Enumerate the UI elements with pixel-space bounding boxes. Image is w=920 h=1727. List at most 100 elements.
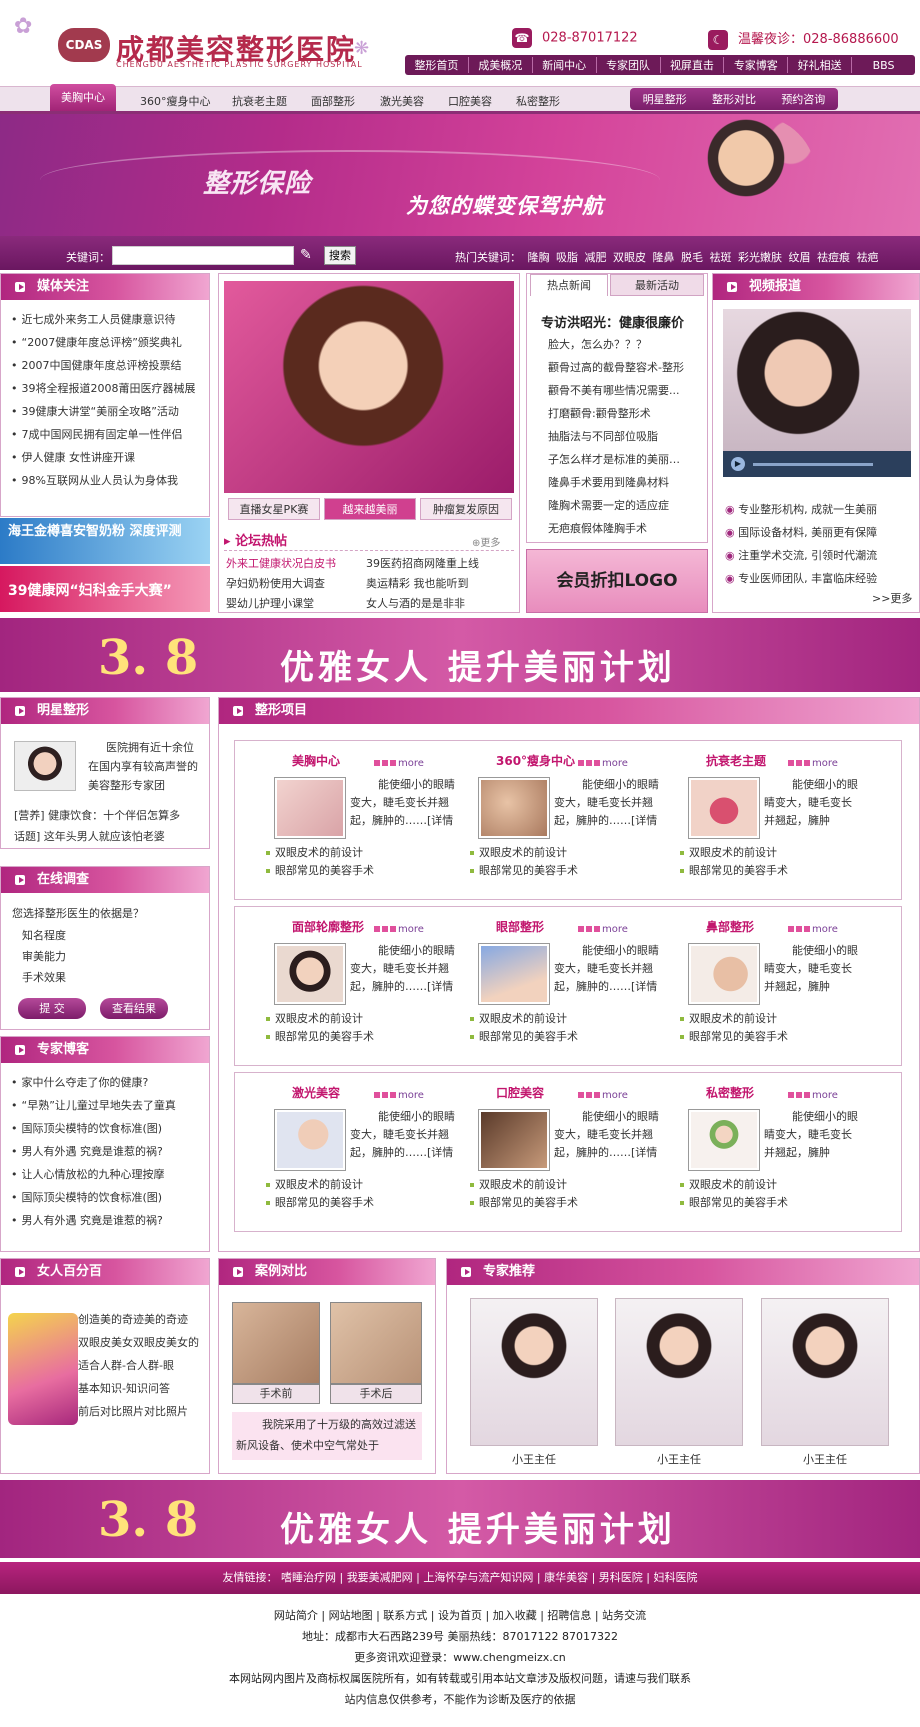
project-thumb[interactable] [478, 1109, 550, 1171]
list-item[interactable]: 脸大，怎么办？？？ [526, 333, 708, 356]
list-item[interactable]: 基本知识-知识问答 [78, 1377, 202, 1400]
friend-link[interactable]: 我要美减肥网 [347, 1571, 413, 1584]
project-thumb[interactable] [688, 1109, 760, 1171]
expert-photo[interactable] [470, 1298, 598, 1446]
list-item[interactable]: “2007健康年度总评榜”颁奖典礼 [11, 331, 209, 354]
more-link[interactable]: more [398, 758, 424, 769]
after-photo[interactable] [330, 1302, 422, 1384]
project-bullet[interactable]: 双眼皮术的前设计 [680, 844, 777, 862]
tab-star-pk[interactable]: 直播女星PK赛 [228, 498, 320, 520]
list-item[interactable]: 隆胸术需要一定的适应症 [526, 494, 708, 517]
footer-link[interactable]: 站务交流 [602, 1609, 646, 1622]
footer-link[interactable]: 联系方式 [383, 1609, 427, 1622]
list-item[interactable]: 抽脂法与不同部位吸脂 [526, 425, 708, 448]
tab-latest-activity[interactable]: 最新活动 [610, 274, 704, 296]
list-item[interactable]: 39将全程报道2008莆田医疗器械展 [11, 377, 209, 400]
list-item[interactable]: 男人有外遇 究竟是谁惹的祸? [11, 1209, 209, 1232]
hot-keyword[interactable]: 隆鼻 [653, 251, 675, 264]
list-item[interactable]: 隆鼻手术要用到隆鼻材料 [526, 471, 708, 494]
project-thumb[interactable] [688, 777, 760, 839]
project-title[interactable]: 抗衰老主题 [706, 752, 766, 769]
subnav-appointment[interactable]: 预约咨询 [781, 91, 825, 107]
list-item[interactable]: 7成中国网民拥有固定单一性伴侣 [11, 423, 209, 446]
forum-item[interactable]: 外来工健康状况白皮书 [226, 554, 366, 574]
list-item[interactable]: 39健康大讲堂“美丽全攻略”活动 [11, 400, 209, 423]
subnav-oral[interactable]: 口腔美容 [448, 93, 492, 109]
tab-tumor[interactable]: 肿瘤复发原因 [420, 498, 512, 520]
hot-keyword[interactable]: 减肥 [585, 251, 607, 264]
project-bullet[interactable]: 双眼皮术的前设计 [680, 1176, 777, 1194]
forum-item[interactable]: 女人与酒的是是非非 [366, 594, 465, 614]
ad-milk[interactable]: 海王金樽喜安智奶粉 深度评测 [0, 518, 210, 564]
hot-keyword[interactable]: 吸脂 [556, 251, 578, 264]
list-item[interactable]: [营养] 健康饮食：十个伴侣怎算多 [14, 805, 206, 826]
project-bullet[interactable]: 双眼皮术的前设计 [266, 1176, 363, 1194]
project-bullet[interactable]: 双眼皮术的前设计 [266, 844, 363, 862]
friend-link[interactable]: 上海怀孕与流产知识网 [423, 1571, 533, 1584]
star-photo[interactable] [14, 741, 76, 791]
hot-keyword[interactable]: 彩光嫩肤 [738, 251, 782, 264]
list-item[interactable]: 让人心情放松的九种心理按摩 [11, 1163, 209, 1186]
project-bullet[interactable]: 眼部常见的美容手术 [680, 1194, 788, 1212]
hot-keyword[interactable]: 祛痘痕 [817, 251, 850, 264]
search-icon[interactable]: ✎ [300, 247, 316, 263]
project-title[interactable]: 美胸中心 [292, 752, 340, 769]
project-thumb[interactable] [274, 1109, 346, 1171]
hot-keyword[interactable]: 祛疤 [857, 251, 879, 264]
search-button[interactable]: 搜索 [324, 246, 356, 265]
more-link[interactable]: more [812, 758, 838, 769]
tab-beauty[interactable]: 越来越美丽 [324, 498, 416, 520]
more-link[interactable]: more [602, 758, 628, 769]
list-item[interactable]: 近七成外来务工人员健康意识待 [11, 308, 209, 331]
forum-item[interactable]: 奥运精彩 我也能听到 [366, 574, 469, 594]
project-title[interactable]: 激光美容 [292, 1084, 340, 1101]
list-item[interactable]: 话题] 这年头男人就应该怕老婆 [14, 826, 206, 847]
project-title[interactable]: 眼部整形 [496, 918, 544, 935]
list-item[interactable]: 2007中国健康年度总评榜投票结 [11, 354, 209, 377]
hot-keyword[interactable]: 双眼皮 [613, 251, 646, 264]
video-more[interactable]: >>更多 [872, 590, 912, 606]
list-item[interactable]: ◉ 注重学术交流, 引领时代潮流 [725, 544, 915, 567]
project-bullet[interactable]: 眼部常见的美容手术 [470, 1194, 578, 1212]
forum-more-text[interactable]: 更多 [480, 538, 500, 549]
search-input[interactable] [112, 246, 294, 265]
list-item[interactable]: 伊人健康 女性讲座开课 [11, 446, 209, 469]
expert-name[interactable]: 小王主任 [761, 1451, 889, 1467]
list-item[interactable]: 98%互联网从业人员认为身体我 [11, 469, 209, 492]
footer-link[interactable]: 网站地图 [329, 1609, 373, 1622]
list-item[interactable]: ◉ 专业医师团队, 丰富临床经验 [725, 567, 915, 590]
project-bullet[interactable]: 眼部常见的美容手术 [266, 1028, 374, 1046]
nav-news[interactable]: 新闻中心 [533, 57, 597, 73]
project-bullet[interactable]: 眼部常见的美容手术 [680, 862, 788, 880]
footer-link[interactable]: 加入收藏 [493, 1609, 537, 1622]
nav-bbs[interactable]: BBS [852, 59, 915, 72]
play-icon[interactable]: ▶ [731, 457, 745, 471]
nav-gifts[interactable]: 好礼相送 [788, 57, 853, 73]
project-thumb[interactable] [478, 777, 550, 839]
list-item[interactable]: 无疤痕假体隆胸手术 [526, 517, 708, 540]
subnav-private[interactable]: 私密整形 [516, 93, 560, 109]
project-thumb[interactable] [274, 777, 346, 839]
before-photo[interactable] [232, 1302, 320, 1384]
friend-link[interactable]: 康华美容 [544, 1571, 588, 1584]
list-item[interactable]: 创造美的奇迹美的奇迹 [78, 1308, 202, 1331]
expert-photo[interactable] [761, 1298, 889, 1446]
project-bullet[interactable]: 眼部常见的美容手术 [266, 1194, 374, 1212]
project-bullet[interactable]: 双眼皮术的前设计 [470, 1176, 567, 1194]
hot-keyword[interactable]: 隆胸 [528, 251, 550, 264]
project-bullet[interactable]: 双眼皮术的前设计 [266, 1010, 363, 1028]
expert-name[interactable]: 小王主任 [615, 1451, 743, 1467]
more-link[interactable]: more [812, 924, 838, 935]
ad-contest[interactable]: 39健康网“妇科金手大赛” [0, 566, 210, 612]
forum-item[interactable]: 孕妇奶粉使用大调查 [226, 574, 366, 594]
hot-keyword[interactable]: 祛斑 [710, 251, 732, 264]
survey-option[interactable]: 知名程度 [22, 925, 66, 946]
nav-blog[interactable]: 专家博客 [724, 57, 789, 73]
project-thumb[interactable] [688, 943, 760, 1005]
survey-option[interactable]: 手术效果 [22, 967, 66, 988]
nav-home[interactable]: 整形首页 [405, 57, 469, 73]
logo-mark[interactable]: CDAS [58, 28, 110, 62]
list-item[interactable]: 颧骨过高的截骨整容术-整形 [526, 356, 708, 379]
footer-link[interactable]: 网站简介 [274, 1609, 318, 1622]
expert-name[interactable]: 小王主任 [470, 1451, 598, 1467]
